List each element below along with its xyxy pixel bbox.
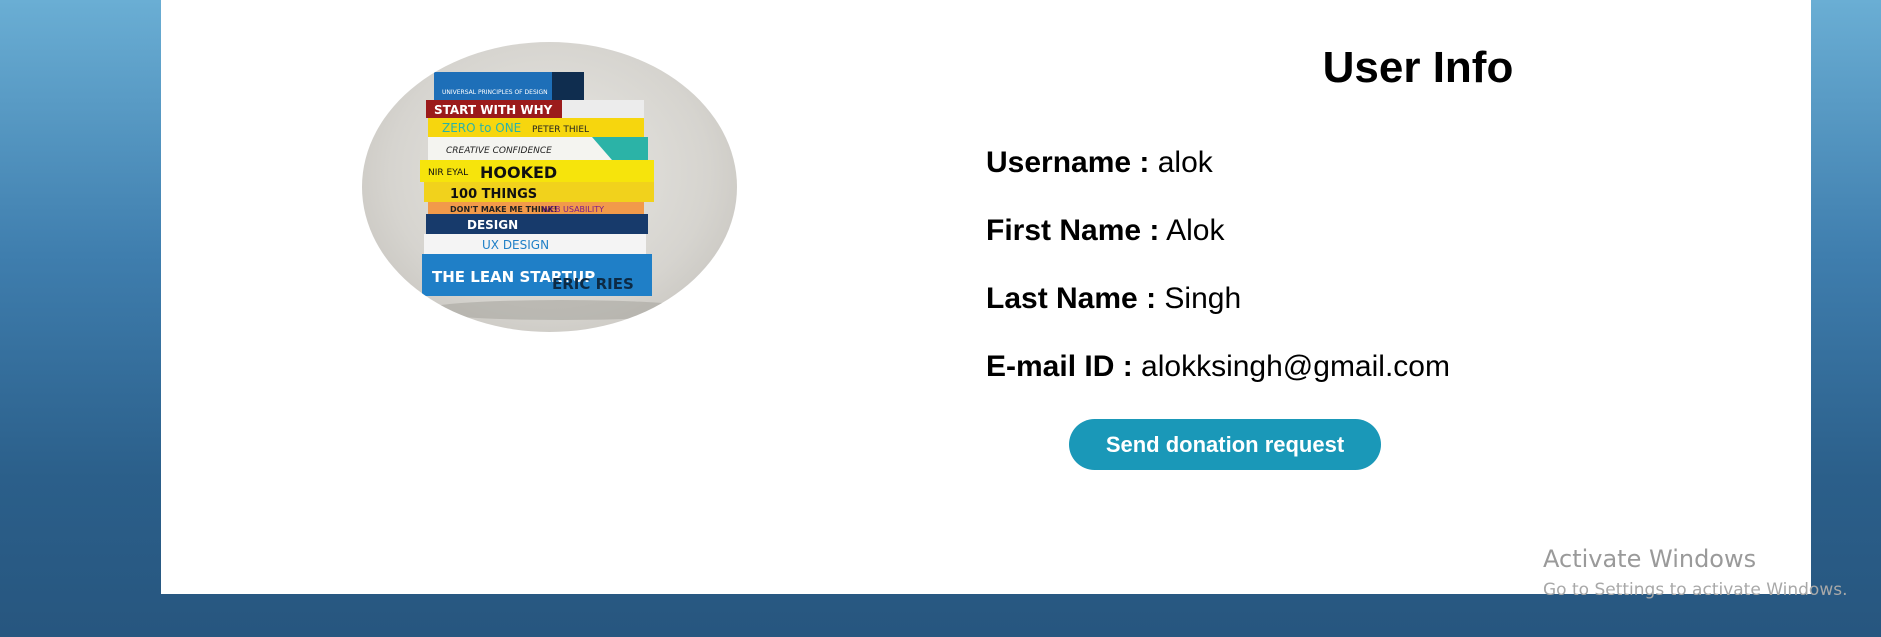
book-title: ZERO to ONE — [442, 121, 521, 135]
last-name-row: Last Name : Singh — [986, 282, 1241, 316]
first-name-row: First Name : Alok — [986, 214, 1224, 248]
last-name-value: Singh — [1164, 282, 1242, 315]
book-title: UNIVERSAL PRINCIPLES OF DESIGN — [442, 89, 548, 96]
book-author: ERIC RIES — [552, 275, 634, 293]
book-title: HOOKED — [480, 163, 557, 182]
user-card: THE LEAN STARTUP ERIC RIES UX DESIGN DES… — [161, 0, 1811, 594]
book-title: 100 THINGS — [450, 187, 537, 202]
book-title: UX DESIGN — [482, 238, 549, 252]
book-title: START WITH WHY — [434, 103, 553, 117]
send-donation-request-button[interactable]: Send donation request — [1069, 419, 1381, 470]
book-title: WEB USABILITY — [542, 205, 604, 214]
last-name-label: Last Name : — [986, 282, 1157, 315]
book-author: NIR EYAL — [428, 168, 468, 178]
email-row: E-mail ID : alokksingh@gmail.com — [986, 350, 1450, 384]
book-title: DESIGN — [467, 218, 518, 232]
books-photo: THE LEAN STARTUP ERIC RIES UX DESIGN DES… — [362, 42, 737, 332]
username-label: Username : — [986, 146, 1150, 179]
activate-windows-subtitle: Go to Settings to activate Windows. — [1543, 580, 1848, 600]
username-value: alok — [1157, 146, 1213, 179]
email-value: alokksingh@gmail.com — [1141, 350, 1450, 383]
page-title: User Info — [1322, 43, 1514, 92]
email-label: E-mail ID : — [986, 350, 1133, 383]
book-title: CREATIVE CONFIDENCE — [446, 146, 552, 156]
book-author: PETER THIEL — [532, 125, 589, 135]
activate-windows-title: Activate Windows — [1543, 545, 1757, 573]
first-name-label: First Name : — [986, 214, 1160, 247]
first-name-value: Alok — [1166, 214, 1225, 247]
username-row: Username : alok — [986, 146, 1213, 180]
book-stack-illustration: THE LEAN STARTUP ERIC RIES UX DESIGN DES… — [420, 72, 702, 320]
